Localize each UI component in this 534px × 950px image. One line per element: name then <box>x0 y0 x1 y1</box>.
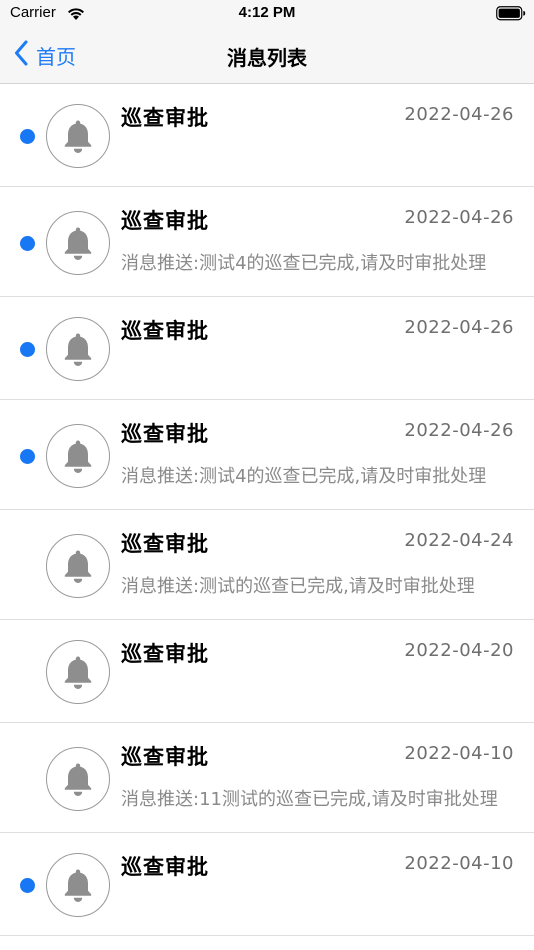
bell-icon <box>63 118 93 154</box>
message-date: 2022-04-26 <box>404 420 514 441</box>
message-row[interactable]: 巡查审批 2022-04-10 消息推送:11测试的巡查已完成,请及时审批处理 <box>0 723 534 833</box>
message-title: 巡查审批 <box>121 106 209 130</box>
avatar <box>46 424 110 488</box>
avatar <box>46 534 110 598</box>
message-row[interactable]: 巡查审批 2022-04-26 <box>0 84 534 187</box>
unread-dot <box>20 342 35 357</box>
message-row[interactable]: 巡查审批 2022-04-10 <box>0 833 534 936</box>
message-title: 巡查审批 <box>121 422 209 446</box>
status-bar: Carrier 4:12 PM <box>0 0 534 28</box>
message-date: 2022-04-24 <box>404 530 514 551</box>
message-preview: 消息推送:测试4的巡查已完成,请及时审批处理 <box>121 253 487 274</box>
battery-icon <box>496 6 526 21</box>
avatar <box>46 747 110 811</box>
message-row[interactable]: 巡查审批 2022-04-20 <box>0 620 534 723</box>
message-date: 2022-04-26 <box>404 207 514 228</box>
message-title: 巡查审批 <box>121 532 209 556</box>
avatar <box>46 317 110 381</box>
screen: Carrier 4:12 PM 首页 消息列表 巡查审批 2022-04-26 … <box>0 0 534 950</box>
bell-icon <box>63 654 93 690</box>
message-date: 2022-04-10 <box>404 853 514 874</box>
bell-icon <box>63 225 93 261</box>
bell-icon <box>63 331 93 367</box>
nav-bar: 首页 消息列表 <box>0 28 534 84</box>
message-preview: 消息推送:测试4的巡查已完成,请及时审批处理 <box>121 466 487 487</box>
message-date: 2022-04-26 <box>404 104 514 125</box>
message-row[interactable]: 巡查审批 2022-04-26 消息推送:测试4的巡查已完成,请及时审批处理 <box>0 400 534 510</box>
message-title: 巡查审批 <box>121 209 209 233</box>
avatar <box>46 853 110 917</box>
bell-icon <box>63 867 93 903</box>
message-title: 巡查审批 <box>121 642 209 666</box>
unread-dot <box>20 878 35 893</box>
bell-icon <box>63 438 93 474</box>
message-row[interactable]: 巡查审批 2022-04-24 消息推送:测试的巡查已完成,请及时审批处理 <box>0 510 534 620</box>
message-preview: 消息推送:11测试的巡查已完成,请及时审批处理 <box>121 789 498 810</box>
avatar <box>46 640 110 704</box>
message-preview: 消息推送:测试的巡查已完成,请及时审批处理 <box>121 576 475 597</box>
message-title: 巡查审批 <box>121 855 209 879</box>
avatar <box>46 211 110 275</box>
bell-icon <box>63 548 93 584</box>
message-row[interactable]: 巡查审批 2022-04-26 消息推送:测试4的巡查已完成,请及时审批处理 <box>0 187 534 297</box>
message-title: 巡查审批 <box>121 745 209 769</box>
status-time: 4:12 PM <box>238 4 296 21</box>
message-date: 2022-04-26 <box>404 317 514 338</box>
message-title: 巡查审批 <box>121 319 209 343</box>
unread-dot <box>20 129 35 144</box>
page-title: 消息列表 <box>227 46 307 70</box>
avatar <box>46 104 110 168</box>
unread-dot <box>20 236 35 251</box>
unread-dot <box>20 449 35 464</box>
message-date: 2022-04-20 <box>404 640 514 661</box>
message-list: 巡查审批 2022-04-26 巡查审批 2022-04-26 消息推送:测试4的巡查已… <box>0 84 534 936</box>
message-date: 2022-04-10 <box>404 743 514 764</box>
bell-icon <box>63 761 93 797</box>
message-row[interactable]: 巡查审批 2022-04-26 <box>0 297 534 400</box>
